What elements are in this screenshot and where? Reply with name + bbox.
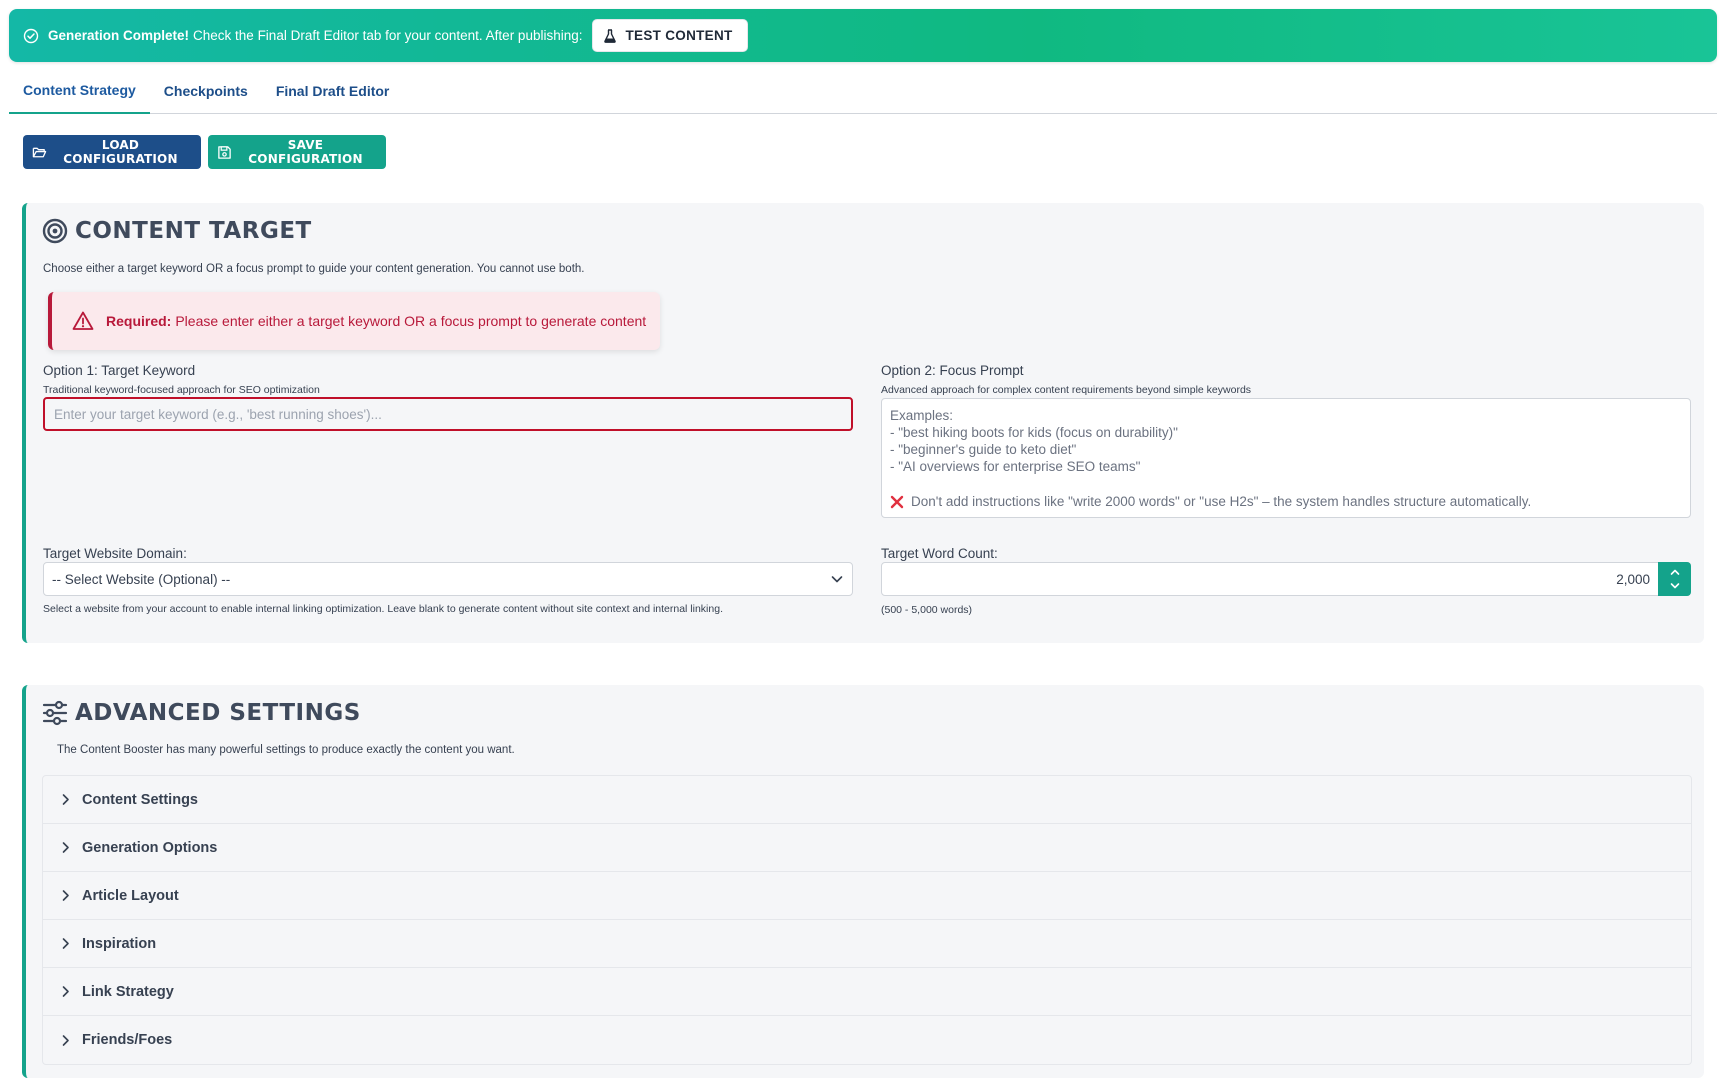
focus-prompt-warning: Don't add instructions like "write 2000 … <box>890 493 1682 510</box>
focus-prompt-textarea[interactable]: Examples: - "best hiking boots for kids … <box>881 398 1691 518</box>
accordion-content-settings[interactable]: Content Settings <box>43 776 1691 824</box>
load-configuration-button[interactable]: Load Configuration <box>23 135 201 169</box>
accordion-label: Article Layout <box>82 887 179 904</box>
advanced-settings-description: The Content Booster has many powerful se… <box>57 744 515 756</box>
word-count-stepper <box>1658 562 1691 596</box>
save-configuration-button[interactable]: Save Configuration <box>208 135 386 169</box>
alert-message: Please enter either a target keyword OR … <box>175 313 647 329</box>
target-keyword-help: Traditional keyword-focused approach for… <box>43 384 320 396</box>
chevron-down-icon[interactable] <box>1669 580 1681 592</box>
content-target-description: Choose either a target keyword OR a focu… <box>43 263 585 275</box>
word-count-input[interactable]: 2,000 <box>881 562 1691 596</box>
focus-prompt-label: Option 2: Focus Prompt <box>881 363 1024 378</box>
accordion-article-layout[interactable]: Article Layout <box>43 872 1691 920</box>
word-count-label: Target Word Count: <box>881 546 998 561</box>
chevron-right-icon <box>59 937 72 950</box>
floppy-disk-icon <box>217 145 232 160</box>
sliders-icon <box>42 700 68 726</box>
target-keyword-input[interactable] <box>43 397 853 431</box>
accordion-label: Inspiration <box>82 935 157 952</box>
chevron-up-icon[interactable] <box>1669 566 1681 578</box>
focus-prompt-example: - "beginner's guide to keto diet" <box>890 442 1077 457</box>
tab-checkpoints[interactable]: Checkpoints <box>150 68 262 114</box>
accordion-generation-options[interactable]: Generation Options <box>43 824 1691 872</box>
tab-final-draft-editor[interactable]: Final Draft Editor <box>262 68 404 114</box>
advanced-settings-panel: Advanced Settings The Content Booster ha… <box>22 685 1704 1078</box>
word-count-value: 2,000 <box>1616 571 1650 587</box>
focus-prompt-help: Advanced approach for complex content re… <box>881 384 1252 396</box>
chevron-right-icon <box>59 1034 72 1047</box>
alert-strong-text: Required: <box>106 313 172 329</box>
target-domain-label: Target Website Domain: <box>43 546 187 561</box>
advanced-settings-heading: Advanced Settings <box>42 700 361 726</box>
tab-content-strategy[interactable]: Content Strategy <box>9 68 150 114</box>
configuration-actions: Load Configuration Save Configuration <box>23 135 386 169</box>
main-tabs: Content Strategy Checkpoints Final Draft… <box>9 68 1717 114</box>
focus-prompt-example: - "AI overviews for enterprise SEO teams… <box>890 459 1141 474</box>
accordion-label: Link Strategy <box>82 983 174 1000</box>
test-content-button[interactable]: TEST CONTENT <box>592 19 748 52</box>
focus-prompt-example: - "best hiking boots for kids (focus on … <box>890 425 1178 440</box>
chevron-down-icon <box>830 572 844 586</box>
folder-open-icon <box>32 145 47 160</box>
test-content-label: TEST CONTENT <box>625 28 733 43</box>
content-target-title: Content Target <box>75 218 312 244</box>
required-alert: Required: Please enter either a target k… <box>48 292 660 350</box>
focus-prompt-warning-text: Don't add instructions like "write 2000 … <box>911 494 1532 509</box>
accordion-inspiration[interactable]: Inspiration <box>43 920 1691 968</box>
red-cross-icon <box>890 495 904 509</box>
check-circle-icon <box>23 28 39 44</box>
word-count-range: (500 - 5,000 words) <box>881 604 973 616</box>
chevron-right-icon <box>59 985 72 998</box>
content-target-heading: Content Target <box>42 218 312 244</box>
flask-icon <box>603 28 617 43</box>
accordion-link-strategy[interactable]: Link Strategy <box>43 968 1691 1016</box>
accordion-friends-foes[interactable]: Friends/Foes <box>43 1016 1691 1064</box>
banner-strong-text: Generation Complete! <box>48 28 190 43</box>
focus-prompt-examples-heading: Examples: <box>890 408 954 423</box>
target-icon <box>42 218 68 244</box>
accordion-label: Generation Options <box>82 839 218 856</box>
load-configuration-label: Load Configuration <box>63 138 178 166</box>
accordion-label: Friends/Foes <box>82 1032 173 1048</box>
save-configuration-label: Save Configuration <box>248 138 363 166</box>
banner-message: Check the Final Draft Editor tab for you… <box>193 28 583 43</box>
advanced-settings-accordion: Content Settings Generation Options Arti… <box>42 775 1692 1065</box>
target-domain-selected: -- Select Website (Optional) -- <box>52 571 231 587</box>
target-domain-select[interactable]: -- Select Website (Optional) -- <box>43 562 853 596</box>
chevron-right-icon <box>59 841 72 854</box>
warning-triangle-icon <box>72 310 94 332</box>
generation-complete-banner: Generation Complete! Check the Final Dra… <box>9 9 1717 62</box>
accordion-label: Content Settings <box>82 791 198 808</box>
content-target-panel: Content Target Choose either a target ke… <box>22 203 1704 643</box>
chevron-right-icon <box>59 889 72 902</box>
chevron-right-icon <box>59 793 72 806</box>
target-keyword-label: Option 1: Target Keyword <box>43 363 196 378</box>
advanced-settings-title: Advanced Settings <box>75 700 361 726</box>
target-domain-help: Select a website from your account to en… <box>43 603 723 615</box>
